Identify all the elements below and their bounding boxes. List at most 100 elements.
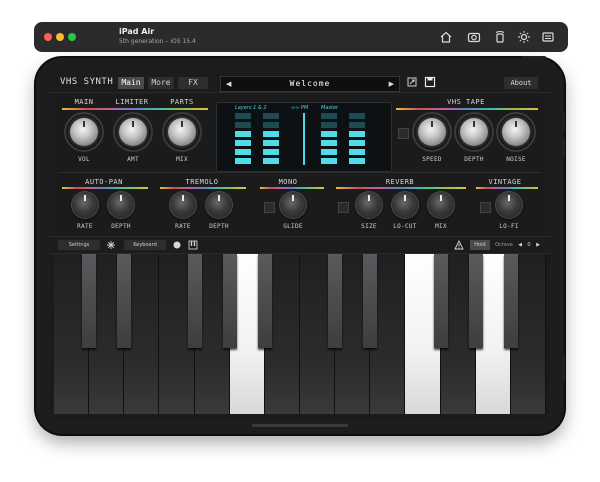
meter-cell [263, 122, 279, 128]
meter-cell [321, 113, 337, 119]
home-indicator [252, 424, 348, 427]
black-key[interactable] [222, 254, 237, 348]
reverb-size-knob[interactable] [356, 192, 382, 218]
vhs-tape-divider [396, 108, 538, 110]
meter-cell [321, 122, 337, 128]
meter-cell [321, 149, 337, 155]
reverb-enable-checkbox[interactable] [338, 202, 349, 213]
vol-knob[interactable] [70, 118, 98, 146]
rotate-icon[interactable] [492, 29, 508, 45]
zoom-window-button[interactable] [68, 33, 76, 41]
section-reverb-label: REVERB [385, 178, 415, 186]
octave-up-button[interactable]: ▶ [534, 240, 542, 250]
black-key[interactable] [468, 254, 483, 348]
autopan-divider [62, 187, 148, 189]
amt-knob[interactable] [119, 118, 147, 146]
tab-more[interactable]: More [148, 77, 174, 89]
black-key[interactable] [117, 254, 132, 348]
preset-prev-button[interactable]: ◀ [226, 80, 231, 88]
volume-up-button [562, 112, 565, 132]
keyboard-button[interactable]: Keyboard [124, 240, 166, 250]
octave-value: 0 [527, 242, 531, 248]
noise-label: NOISE [506, 156, 526, 163]
mono-enable-checkbox[interactable] [264, 202, 275, 213]
tremolo-rate-knob[interactable] [170, 192, 196, 218]
sparkle-icon[interactable] [106, 240, 116, 250]
hold-button[interactable]: Hold [470, 240, 490, 250]
device-subtitle: 5th generation – iOS 15.4 [119, 38, 196, 45]
tremolo-rate-label: RATE [175, 223, 191, 230]
volume-down-button [562, 138, 565, 158]
tremolo-depth-knob[interactable] [206, 192, 232, 218]
meter-cell [349, 122, 365, 128]
tape-depth-knob[interactable] [460, 118, 488, 146]
warning-icon[interactable] [454, 240, 464, 250]
meter-cell [235, 113, 251, 119]
tremolo-depth-label: DEPTH [209, 223, 229, 230]
level-meter-display: Layers 1 & 2 ∞∞ PM Master [216, 102, 392, 172]
black-key[interactable] [433, 254, 448, 348]
meter-cell [349, 149, 365, 155]
screenshot-icon[interactable] [466, 29, 482, 45]
preset-next-button[interactable]: ▶ [389, 80, 394, 88]
vintage-divider [476, 187, 538, 189]
glide-knob[interactable] [280, 192, 306, 218]
upper-left-divider [62, 108, 208, 110]
reverb-size-label: SIZE [361, 223, 377, 230]
record-icon[interactable] [172, 240, 182, 250]
minimize-window-button[interactable] [56, 33, 64, 41]
tab-main[interactable]: Main [118, 77, 144, 89]
meter-cell [263, 158, 279, 164]
speed-label: SPEED [422, 156, 442, 163]
tab-fx[interactable]: FX [178, 77, 208, 89]
vintage-enable-checkbox[interactable] [480, 202, 491, 213]
black-key[interactable] [503, 254, 518, 348]
meter-center-line [303, 113, 305, 165]
reverb-mix-knob[interactable] [428, 192, 454, 218]
octave-label: Octave [495, 242, 513, 248]
vol-label: VOL [78, 156, 90, 163]
mix-knob[interactable] [168, 118, 196, 146]
share-icon[interactable] [406, 76, 418, 88]
black-key[interactable] [363, 254, 378, 348]
noise-knob[interactable] [502, 118, 530, 146]
black-key[interactable] [257, 254, 272, 348]
black-key[interactable] [82, 254, 97, 348]
keyboard-toggle-icon[interactable] [540, 29, 556, 45]
speed-knob[interactable] [418, 118, 446, 146]
save-icon[interactable] [424, 76, 436, 88]
reverb-locut-knob[interactable] [392, 192, 418, 218]
preset-selector[interactable]: ◀ Welcome ▶ [220, 76, 400, 92]
piano-icon[interactable] [188, 240, 198, 250]
appearance-icon[interactable] [516, 29, 532, 45]
meter-cell [235, 131, 251, 137]
meter-cell [349, 140, 365, 146]
device-name: iPad Air [119, 27, 155, 36]
about-button[interactable]: About [504, 77, 538, 89]
section-mono-label: MONO [278, 178, 298, 186]
section-vintage-label: VINTAGE [488, 178, 522, 186]
reverb-locut-label: LO-CUT [393, 223, 417, 230]
section-autopan-label: AUTO-PAN [85, 178, 123, 186]
amt-label: AMT [127, 156, 139, 163]
piano-keyboard[interactable] [54, 254, 546, 418]
meter-cell [263, 113, 279, 119]
octave-down-button[interactable]: ◀ [516, 240, 524, 250]
home-icon[interactable] [438, 29, 454, 45]
reverb-divider [336, 187, 466, 189]
meter-cell [321, 140, 337, 146]
meter-cell [235, 122, 251, 128]
app-screen: VHS SYNTH Main More FX ◀ Welcome ▶ About… [50, 72, 550, 420]
layers-label: Layers 1 & 2 [235, 105, 267, 111]
vhs-tape-enable-checkbox[interactable] [398, 128, 409, 139]
keyboard-toolbar: Settings Keyboard Hold Octave ◀ 0 ▶ [50, 236, 550, 254]
black-key[interactable] [187, 254, 202, 348]
lofi-knob[interactable] [496, 192, 522, 218]
close-window-button[interactable] [44, 33, 52, 41]
autopan-depth-knob[interactable] [108, 192, 134, 218]
meter-cell [235, 149, 251, 155]
black-key[interactable] [328, 254, 343, 348]
section-main-label: MAIN [74, 98, 94, 106]
autopan-rate-knob[interactable] [72, 192, 98, 218]
settings-button[interactable]: Settings [58, 240, 100, 250]
